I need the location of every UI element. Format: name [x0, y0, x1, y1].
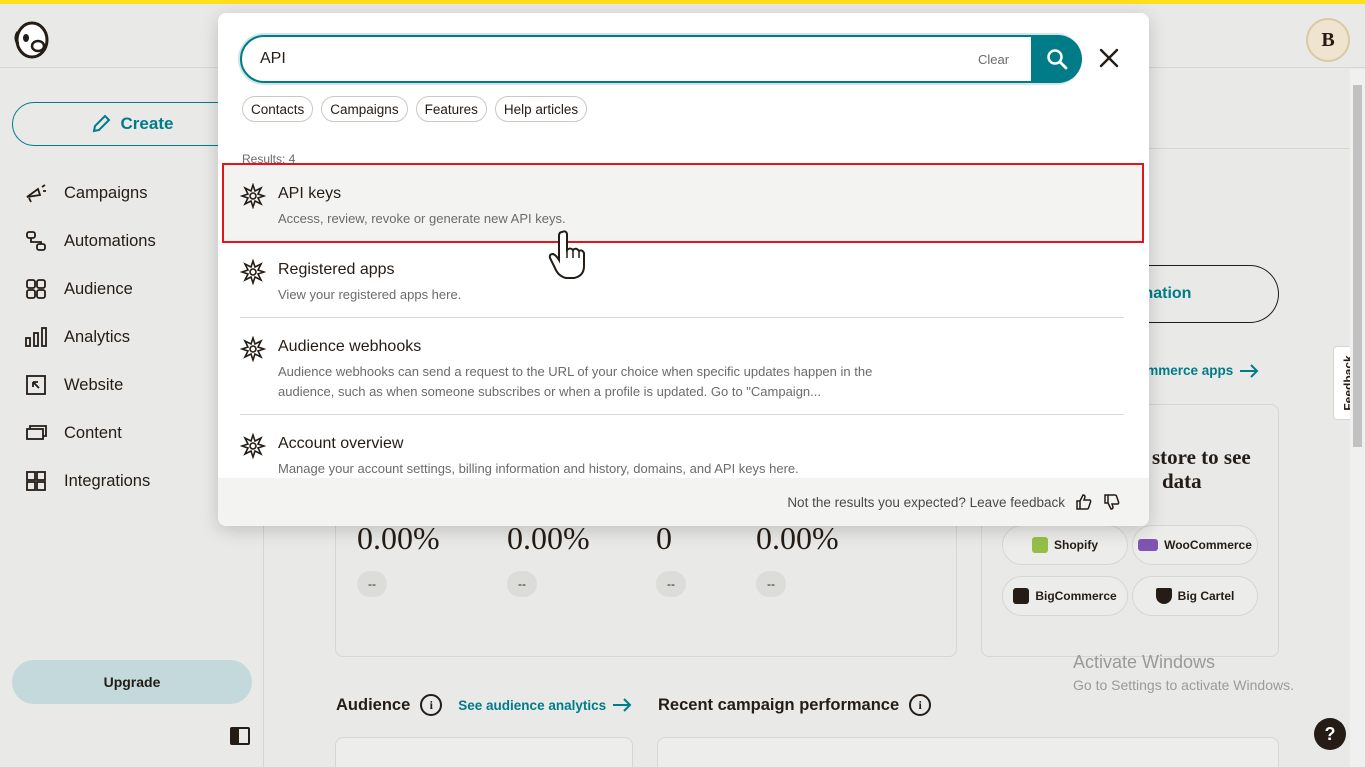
filter-help-articles[interactable]: Help articles [494, 96, 588, 122]
result-title: API keys [278, 185, 342, 202]
result-title: Audience webhooks [278, 338, 422, 355]
woocommerce-icon [1138, 539, 1159, 551]
feature-icon [240, 183, 266, 209]
mailchimp-logo-icon[interactable] [12, 18, 52, 62]
bigcommerce-icon [1013, 588, 1030, 604]
automations-icon [26, 231, 46, 251]
audience-section-title: Audience [336, 695, 411, 714]
filter-campaigns[interactable]: Campaigns [321, 96, 408, 122]
search-results-list: API keys Access, review, revoke or gener… [222, 163, 1144, 491]
stat-1: 0.00% -- [357, 520, 440, 597]
pencil-icon [92, 114, 110, 133]
feature-icon [240, 433, 266, 459]
feature-icon [240, 336, 266, 362]
shopify-icon [1032, 537, 1048, 553]
commerce-apps-link[interactable]: ommerce apps [1138, 363, 1259, 378]
sidebar-item-label: Campaigns [64, 183, 148, 202]
recent-campaign-card [657, 737, 1279, 767]
arrow-right-icon [1240, 363, 1259, 378]
store-title-line2: data [1162, 469, 1202, 493]
search-input[interactable]: API Clear [240, 35, 1082, 83]
search-result-audience-webhooks[interactable]: Audience webhooks Audience webhooks can … [240, 318, 1124, 415]
see-audience-analytics-link[interactable]: See audience analytics [458, 698, 632, 713]
collapse-sidebar-icon[interactable] [230, 727, 250, 745]
scrollbar-thumb[interactable] [1353, 85, 1362, 447]
result-title: Registered apps [278, 261, 395, 278]
store-label: BigCommerce [1035, 589, 1117, 603]
store-label: Shopify [1054, 538, 1098, 552]
content-icon [26, 425, 47, 440]
bigcartel-icon [1155, 588, 1172, 604]
result-description: View your registered apps here. [278, 287, 462, 302]
upgrade-button[interactable]: Upgrade [12, 660, 252, 704]
sidebar-item-label: Analytics [64, 327, 131, 346]
stat-2: 0.00% -- [507, 520, 590, 597]
hand-pointer-cursor-icon [548, 230, 585, 279]
create-label: Create [120, 114, 174, 133]
feature-icon [240, 259, 266, 285]
filter-contacts[interactable]: Contacts [242, 96, 314, 122]
sidebar-item-label: Audience [64, 279, 133, 298]
filter-features[interactable]: Features [415, 96, 487, 122]
result-description: Audience webhooks can send a request to … [278, 364, 873, 399]
shopify-button[interactable]: Shopify [1002, 525, 1128, 565]
sidebar-item-label: Content [64, 423, 122, 442]
windows-activation-watermark: Activate Windows Go to Settings to activ… [1073, 652, 1294, 693]
stat-change: -- [507, 571, 537, 597]
commerce-apps-label: ommerce apps [1138, 363, 1234, 378]
help-button[interactable]: ? [1314, 718, 1346, 750]
clear-button[interactable]: Clear [978, 52, 1009, 67]
search-query[interactable]: API [260, 50, 286, 68]
website-icon [26, 375, 46, 395]
result-description: Access, review, revoke or generate new A… [278, 211, 566, 226]
stat-change: -- [756, 571, 786, 597]
audience-card [335, 737, 633, 767]
result-description: Manage your account settings, billing in… [278, 461, 799, 476]
search-filter-chips: Contacts Campaigns Features Help article… [242, 96, 588, 122]
sidebar-item-label: Integrations [64, 471, 151, 490]
integrations-icon [26, 471, 46, 491]
search-result-registered-apps[interactable]: Registered apps View your registered app… [240, 241, 1124, 318]
watermark-line2: Go to Settings to activate Windows. [1073, 677, 1294, 693]
woocommerce-button[interactable]: WooCommerce [1132, 525, 1258, 565]
store-label: Big Cartel [1177, 589, 1235, 603]
stat-4: 0.00% -- [756, 520, 839, 597]
user-avatar[interactable]: B [1306, 18, 1350, 62]
results-count: Results: 4 [242, 152, 296, 166]
bigcartel-button[interactable]: Big Cartel [1132, 576, 1258, 616]
sidebar-item-label: Website [64, 375, 124, 394]
analytics-icon [25, 327, 47, 347]
audience-icon [26, 279, 46, 299]
stat-change: -- [656, 571, 686, 597]
search-result-api-keys[interactable]: API keys Access, review, revoke or gener… [222, 163, 1144, 243]
audience-section-header: Audience i See audience analytics [336, 694, 632, 716]
create-button[interactable]: Create [12, 102, 252, 146]
close-icon[interactable] [1098, 47, 1120, 69]
page-scrollbar[interactable] [1350, 69, 1365, 767]
thumbs-down-icon[interactable] [1103, 493, 1121, 511]
store-title-line1: store to see [1152, 445, 1251, 469]
info-icon[interactable]: i [420, 694, 443, 716]
store-card-title: store to see data [1152, 445, 1251, 493]
search-icon [1046, 49, 1067, 70]
recent-campaign-title: Recent campaign performance [658, 695, 900, 714]
search-feedback-footer: Not the results you expected? Leave feed… [218, 478, 1149, 526]
recent-campaign-section-header: Recent campaign performance i [658, 694, 932, 716]
sidebar-item-label: Automations [64, 231, 156, 250]
result-title: Account overview [278, 435, 404, 452]
search-modal: API Clear Contacts Campaigns Features He… [218, 13, 1149, 526]
info-icon[interactable]: i [909, 694, 932, 716]
search-button[interactable] [1031, 35, 1082, 83]
stat-3: 0 -- [656, 520, 686, 597]
campaigns-icon [26, 184, 46, 203]
watermark-line1: Activate Windows [1073, 652, 1216, 672]
stat-change: -- [357, 571, 387, 597]
see-audience-analytics-label: See audience analytics [458, 697, 607, 713]
store-label: WooCommerce [1164, 538, 1252, 552]
bigcommerce-button[interactable]: BigCommerce [1002, 576, 1128, 616]
thumbs-up-icon[interactable] [1075, 493, 1093, 511]
arrow-right-icon [613, 698, 632, 712]
feedback-prompt[interactable]: Not the results you expected? Leave feed… [787, 495, 1065, 510]
